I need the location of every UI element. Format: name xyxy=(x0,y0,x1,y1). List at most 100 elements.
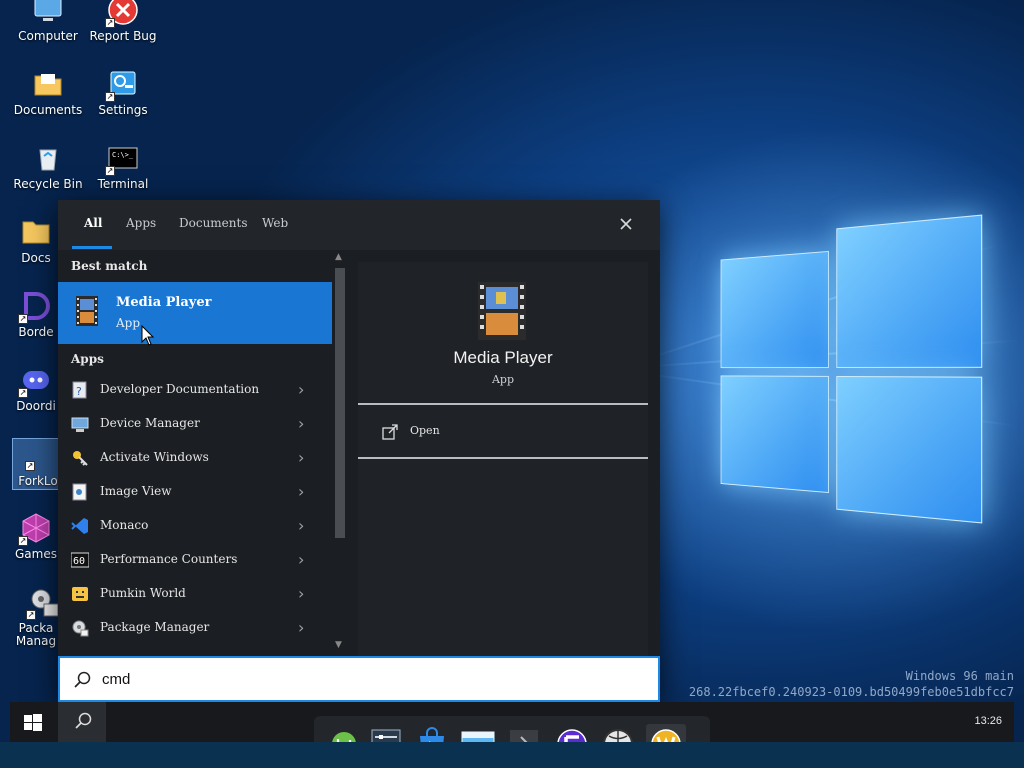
preview-divider-bottom xyxy=(358,457,648,459)
desktop-icon-label: Borde xyxy=(6,326,66,339)
best-match-media-player[interactable]: Media Player App xyxy=(58,282,332,344)
taskbar-search-button[interactable] xyxy=(58,702,106,742)
desktop-icon-doordi[interactable]: ↗ Doordi xyxy=(6,364,66,413)
search-icon xyxy=(72,670,92,690)
best-match-type: App xyxy=(116,316,140,330)
app-item-label: Monaco xyxy=(100,518,148,532)
app-item-label: Image View xyxy=(100,484,172,498)
media-player-large-icon xyxy=(478,282,526,340)
chevron-right-icon[interactable]: › xyxy=(298,550,304,569)
docs-folder-icon xyxy=(20,216,52,248)
computer-icon xyxy=(32,0,64,26)
preview-divider-top xyxy=(358,403,648,405)
desktop-icon-label: Report Bug xyxy=(85,30,161,43)
device-manager-icon xyxy=(71,415,89,433)
svg-text:60: 60 xyxy=(73,556,85,567)
app-item-pumkin-world[interactable]: Pumkin World › xyxy=(58,577,332,611)
search-input[interactable] xyxy=(102,666,642,692)
app-item-activate-windows[interactable]: Activate Windows › xyxy=(58,441,332,475)
watermark-line-2: 268.22fbcef0.240923-0109.bd50499feb0e51d… xyxy=(689,684,1014,700)
desktop-icon-label: Recycle Bin xyxy=(10,178,86,191)
preview-app-name: Media Player xyxy=(358,348,648,368)
chevron-right-icon[interactable]: › xyxy=(298,448,304,467)
desktop-icon-docs[interactable]: Docs xyxy=(6,216,66,265)
desktop-icon-label: Documents xyxy=(10,104,86,117)
desktop-icon-borde[interactable]: ↗ Borde xyxy=(6,290,66,339)
activate-key-icon xyxy=(71,449,89,467)
tab-web[interactable]: Web xyxy=(262,216,288,230)
app-item-package-manager[interactable]: Package Manager › xyxy=(58,611,332,645)
chevron-right-icon[interactable]: › xyxy=(298,482,304,501)
close-icon xyxy=(614,212,638,236)
svg-text:?: ? xyxy=(76,385,82,398)
code-editor-icon xyxy=(71,517,89,535)
app-item-label: Performance Counters xyxy=(100,552,237,566)
open-external-icon xyxy=(382,424,398,440)
image-view-icon xyxy=(71,483,89,501)
desktop-icon-report-bug[interactable]: ↗ Report Bug xyxy=(85,0,161,43)
app-item-monaco[interactable]: Monaco › xyxy=(58,509,332,543)
scrollbar-thumb[interactable] xyxy=(335,268,345,538)
close-button[interactable] xyxy=(614,212,638,236)
active-tab-indicator xyxy=(72,246,112,249)
performance-counter-icon: 60 xyxy=(71,551,89,569)
preview-app-type: App xyxy=(358,373,648,386)
tab-apps[interactable]: Apps xyxy=(126,216,156,230)
windows-start-icon xyxy=(22,712,44,734)
desktop-icon-label: Games xyxy=(6,548,66,561)
package-gear-icon xyxy=(71,619,89,637)
chevron-right-icon[interactable]: › xyxy=(298,380,304,399)
desktop-icon-forklo[interactable]: ↗ ForkLo xyxy=(12,438,64,490)
open-label: Open xyxy=(410,424,440,437)
media-player-icon xyxy=(76,296,98,326)
app-item-label: Activate Windows xyxy=(100,450,209,464)
terminal-icon: C:\>_ ↗ xyxy=(107,142,139,174)
desktop-icon-label: Settings xyxy=(85,104,161,117)
desktop-icon-label: Computer xyxy=(10,30,86,43)
recycle-bin-icon xyxy=(32,142,64,174)
mouse-cursor-icon xyxy=(141,325,155,347)
chevron-right-icon[interactable]: › xyxy=(298,414,304,433)
documents-folder-icon xyxy=(32,68,64,100)
desktop-icon-documents[interactable]: Documents xyxy=(10,68,86,117)
start-button[interactable] xyxy=(22,712,44,734)
app-item-label: Package Manager xyxy=(100,620,209,634)
best-match-header: Best match xyxy=(71,259,147,273)
app-item-performance-counters[interactable]: 60 Performance Counters › xyxy=(58,543,332,577)
app-item-image-view[interactable]: Image View › xyxy=(58,475,332,509)
tab-all[interactable]: All xyxy=(84,216,102,230)
chevron-right-icon[interactable]: › xyxy=(298,584,304,603)
desktop-icon-settings[interactable]: ↗ Settings xyxy=(85,68,161,117)
app-item-device-manager[interactable]: Device Manager › xyxy=(58,407,332,441)
settings-icon: ↗ xyxy=(107,68,139,100)
border-app-icon: ↗ xyxy=(20,290,52,322)
open-button[interactable]: Open xyxy=(358,406,648,458)
search-tabs: All Apps Documents Web xyxy=(58,200,660,250)
desktop-icon-label: Packa Manag xyxy=(6,622,66,648)
pumpkin-icon xyxy=(71,585,89,603)
best-match-name: Media Player xyxy=(116,295,211,310)
desktop-icon-games[interactable]: ↗ Games xyxy=(6,512,66,561)
results-scrollbar[interactable]: ▲ ▼ xyxy=(332,250,348,656)
chevron-right-icon[interactable]: › xyxy=(298,516,304,535)
desktop-icon-recycle-bin[interactable]: Recycle Bin xyxy=(10,142,86,191)
help-document-icon: ? xyxy=(71,381,89,399)
app-item-developer-documentation[interactable]: ? Developer Documentation › xyxy=(58,373,332,407)
scroll-down-arrow-icon[interactable]: ▼ xyxy=(335,640,342,650)
chevron-right-icon[interactable]: › xyxy=(298,618,304,637)
scroll-up-arrow-icon[interactable]: ▲ xyxy=(335,252,342,262)
screen-bottom-edge xyxy=(0,742,1024,768)
search-box[interactable] xyxy=(58,656,660,702)
desktop-icon-computer[interactable]: Computer xyxy=(10,0,86,43)
tab-documents[interactable]: Documents xyxy=(179,216,247,230)
package-manager-icon: ↗ xyxy=(28,586,60,618)
desktop-icon-label: ForkLo xyxy=(13,475,63,488)
preview-pane: Media Player App Open xyxy=(358,262,648,656)
desktop-icon-terminal[interactable]: C:\>_ ↗ Terminal xyxy=(85,142,161,191)
taskbar-clock[interactable]: 13:26 xyxy=(974,715,1002,727)
apps-header: Apps xyxy=(71,352,104,366)
discord-icon: ↗ xyxy=(20,364,52,396)
windows-logo-wallpaper xyxy=(721,214,983,523)
desktop-icon-label: Terminal xyxy=(85,178,161,191)
desktop-icon-label: Doordi xyxy=(6,400,66,413)
